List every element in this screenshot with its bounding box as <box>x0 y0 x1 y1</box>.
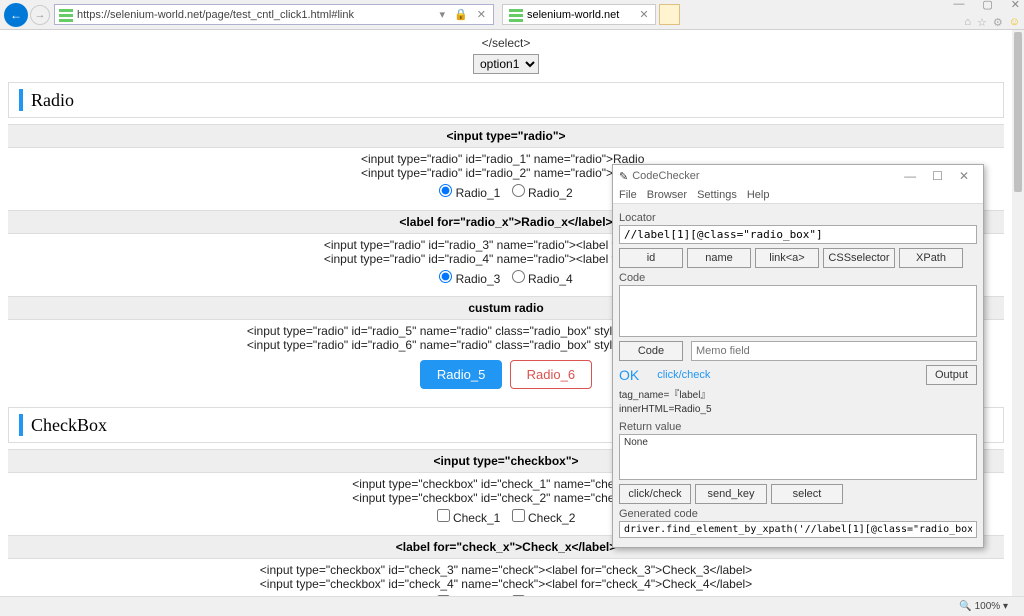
app-icon: ✎ <box>619 170 628 183</box>
home-icon[interactable]: ⌂ <box>964 16 971 29</box>
locator-input[interactable] <box>619 225 977 244</box>
btn-select[interactable]: select <box>771 484 843 504</box>
retval-area: None <box>619 434 977 480</box>
close-icon[interactable]: ✕ <box>951 169 977 183</box>
toolbar-icons: ⌂ ☆ ⚙ ☺ <box>964 16 1020 29</box>
maximize-icon[interactable]: ☐ <box>924 169 951 183</box>
radio-2[interactable]: Radio_2 <box>512 186 573 200</box>
code-line: <input type="checkbox" id="check_3" name… <box>8 563 1004 577</box>
window-controls: ― ▢ ✕ <box>953 0 1020 11</box>
radio-6-button[interactable]: Radio_6 <box>510 360 592 389</box>
kv-inner: innerHTML=Radio_5 <box>619 403 977 417</box>
check-2[interactable]: Check_2 <box>512 511 576 525</box>
btn-link[interactable]: link<a> <box>755 248 819 268</box>
btn-css[interactable]: CSSselector <box>823 248 895 268</box>
section-title: Radio <box>31 90 74 111</box>
forward-button[interactable]: → <box>30 5 50 25</box>
arrow-left-icon: ← <box>10 8 22 22</box>
cc-titlebar[interactable]: ✎ CodeChecker ― ☐ ✕ <box>613 165 983 187</box>
radio-3[interactable]: Radio_3 <box>439 272 500 286</box>
url-input[interactable] <box>77 9 435 21</box>
code-label: Code <box>619 272 977 284</box>
btn-id[interactable]: id <box>619 248 683 268</box>
zoom-level[interactable]: 🔍 100% ▾ <box>959 601 1008 612</box>
menu-browser[interactable]: Browser <box>647 189 687 201</box>
status-bar: 🔍 100% ▾ <box>0 596 1024 616</box>
radio-1[interactable]: Radio_1 <box>439 186 500 200</box>
cc-menu-bar: File Browser Settings Help <box>613 187 983 204</box>
section-accent <box>19 89 23 111</box>
browser-tab[interactable]: selenium-world.net ✕ <box>502 4 656 25</box>
retval-label: Return value <box>619 421 977 433</box>
tab-title: selenium-world.net <box>527 9 619 21</box>
locator-label: Locator <box>619 212 977 224</box>
minimize-icon[interactable]: ― <box>953 0 964 11</box>
btn-name[interactable]: name <box>687 248 751 268</box>
close-icon[interactable]: ✕ <box>1011 0 1020 11</box>
vertical-scrollbar[interactable] <box>1012 30 1024 596</box>
check-1[interactable]: Check_1 <box>437 511 501 525</box>
arrow-right-icon: → <box>35 9 46 21</box>
click-label: click/check <box>657 369 710 381</box>
section-radio: Radio <box>8 82 1004 118</box>
btn-sendkey[interactable]: send_key <box>695 484 767 504</box>
gen-code[interactable] <box>619 521 977 538</box>
memo-input[interactable] <box>691 341 977 361</box>
select-close-tag: </select> <box>8 34 1004 52</box>
radio-5-button[interactable]: Radio_5 <box>420 360 502 389</box>
menu-file[interactable]: File <box>619 189 637 201</box>
status-ok: OK <box>619 367 639 383</box>
address-bar[interactable]: ▾ 🔒 ✕ <box>54 4 494 25</box>
minimize-icon[interactable]: ― <box>896 169 924 183</box>
new-tab-button[interactable] <box>659 4 680 25</box>
btn-xpath[interactable]: XPath <box>899 248 963 268</box>
panel-head-radio1: <input type="radio"> <box>8 124 1004 148</box>
menu-help[interactable]: Help <box>747 189 770 201</box>
maximize-icon[interactable]: ▢ <box>982 0 992 11</box>
code-line: <input type="checkbox" id="check_4" name… <box>8 577 1004 591</box>
codechecker-window[interactable]: ✎ CodeChecker ― ☐ ✕ File Browser Setting… <box>612 164 984 548</box>
radio-4[interactable]: Radio_4 <box>512 272 573 286</box>
menu-settings[interactable]: Settings <box>697 189 737 201</box>
site-icon <box>509 8 523 22</box>
site-icon <box>59 8 73 22</box>
output-button[interactable]: Output <box>926 365 977 385</box>
cc-title: CodeChecker <box>632 170 699 182</box>
back-button[interactable]: ← <box>4 3 28 27</box>
star-icon[interactable]: ☆ <box>977 16 987 29</box>
btn-clickcheck[interactable]: click/check <box>619 484 691 504</box>
tab-close-icon[interactable]: ✕ <box>639 8 648 21</box>
browser-chrome: ― ▢ ✕ ← → ▾ 🔒 ✕ selenium-world.net ✕ ⌂ ☆… <box>0 0 1024 30</box>
kv-tag: tag_name=『label』 <box>619 389 977 403</box>
code-button[interactable]: Code <box>619 341 683 361</box>
code-area[interactable] <box>619 285 977 337</box>
gear-icon[interactable]: ⚙ <box>993 16 1003 29</box>
section-accent <box>19 414 23 436</box>
section-title: CheckBox <box>31 415 107 436</box>
address-tools: ▾ 🔒 ✕ <box>439 8 489 21</box>
emoji-icon[interactable]: ☺ <box>1009 16 1020 29</box>
gen-label: Generated code <box>619 508 977 520</box>
demo-select[interactable]: option1 <box>473 54 539 74</box>
